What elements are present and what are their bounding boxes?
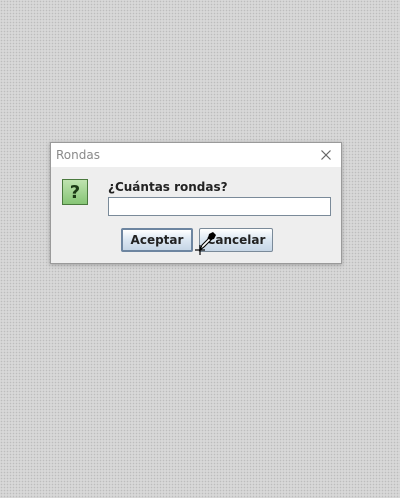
close-button[interactable] bbox=[317, 146, 335, 164]
question-glyph: ? bbox=[69, 181, 81, 203]
prompt-label: ¿Cuántas rondas? bbox=[108, 180, 228, 194]
cancel-button[interactable]: Cancelar bbox=[199, 228, 273, 252]
dialog-title: Rondas bbox=[56, 148, 100, 162]
desktop-background: Rondas ? ¿Cuántas rondas? Aceptar Cancel… bbox=[0, 0, 400, 498]
question-icon: ? bbox=[62, 179, 88, 205]
input-dialog: Rondas ? ¿Cuántas rondas? Aceptar Cancel… bbox=[50, 142, 342, 264]
dialog-titlebar[interactable]: Rondas bbox=[51, 143, 341, 167]
rounds-input[interactable] bbox=[108, 197, 331, 216]
accept-button[interactable]: Aceptar bbox=[121, 228, 193, 252]
close-icon bbox=[321, 150, 331, 160]
